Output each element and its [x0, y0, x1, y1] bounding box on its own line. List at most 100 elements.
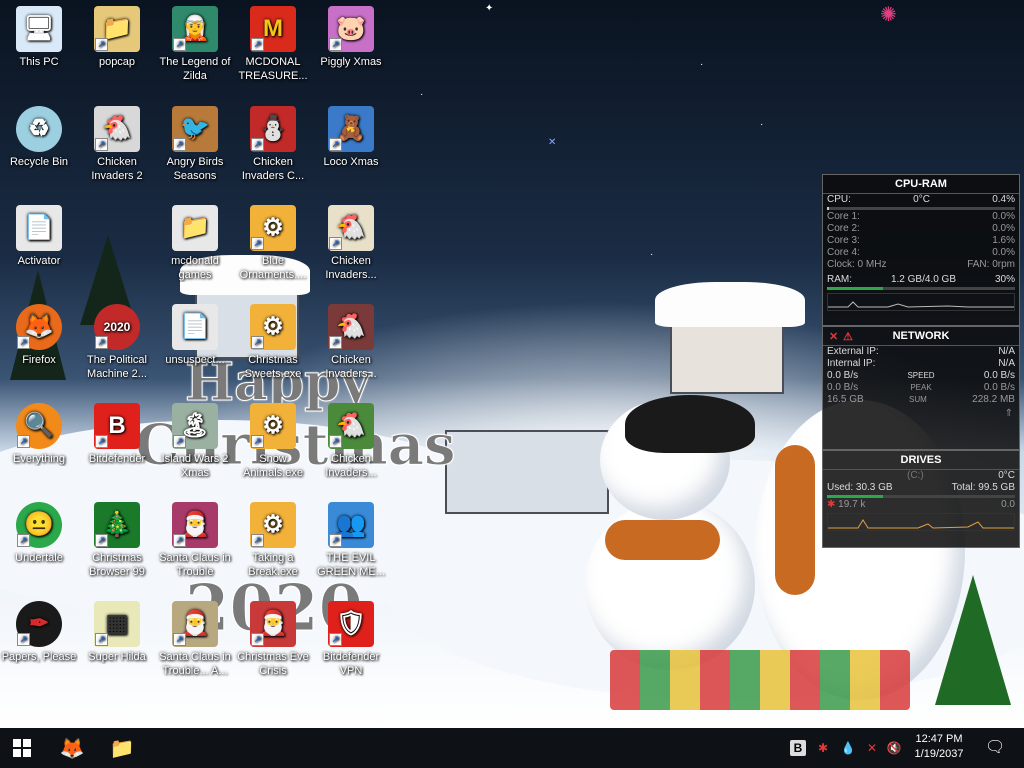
desktop-icon-island-wars[interactable]: 🏝 ↗ Island Wars 2 Xmas — [156, 403, 234, 480]
drives-widget[interactable]: DRIVES (C:) 0°C Used: 30.3 GB Total: 99.5 … — [822, 450, 1020, 548]
external-ip-row: External IP: N/A — [823, 346, 1019, 358]
desktop-icon-firefox[interactable]: 🦊 ↗ Firefox — [0, 304, 78, 367]
desktop-icon-christmas-eve-crisis[interactable]: 🎅 ↗ Christmas Eve Crisis — [234, 601, 312, 678]
desktop-icon-taking-a-break[interactable]: ⚙ ↗ Taking a Break.exe — [234, 502, 312, 579]
msn-buddy-icon: 👥 ↗ — [328, 502, 374, 548]
desktop-icon-legend-of-zilda[interactable]: 🧝 ↗ The Legend of Zilda — [156, 6, 234, 83]
network-disconnected-icon[interactable]: ✕ — [864, 740, 880, 756]
desktop-icon-chicken-invaders-4[interactable]: 🐔 ↗ Chicken Invaders... — [312, 304, 390, 381]
sum-row: 16.5 GB SUM 228.2 MB — [823, 394, 1019, 406]
external-ip-label: External IP: — [827, 346, 879, 357]
firefox-icon: 🦊 ↗ — [16, 304, 62, 350]
desktop-icon-snow-animals[interactable]: ⚙ ↗ Snow Animals.exe — [234, 403, 312, 480]
icon-label: Chicken Invaders... — [325, 453, 377, 479]
core-row: Core 3: 1.6% — [823, 235, 1019, 247]
core-value: 0.0% — [992, 247, 1015, 258]
christmas-tree — [935, 575, 1011, 705]
recycle-bin-icon: ♻ — [16, 106, 62, 152]
taskbar: 🦊 📁 B ✱ 💧 ✕ 🔇 12:47 PM 1/19/2037 🗨 — [0, 728, 1024, 768]
icon-label: Snow Animals.exe — [243, 453, 303, 479]
core-row: Core 4: 0.0% — [823, 247, 1019, 259]
desktop-icon-angry-birds-seasons[interactable]: 🐦 ↗ Angry Birds Seasons — [156, 106, 234, 183]
network-widget[interactable]: ✕ ⚠ NETWORK External IP: N/A Internal IP:… — [822, 326, 1020, 450]
core-label: Core 3: — [827, 235, 860, 246]
desktop-icon-chicken-invaders-c[interactable]: ⛄ ↗ Chicken Invaders C... — [234, 106, 312, 183]
taskbar-clock[interactable]: 12:47 PM 1/19/2037 — [900, 732, 978, 762]
desktop-icon-blue-ornaments[interactable]: ⚙ ↗ Blue Ornaments.... — [234, 205, 312, 282]
drive-used: Used: 30.3 GB — [827, 482, 893, 493]
desktop-icon-chicken-invaders-5[interactable]: 🐔 ↗ Chicken Invaders... — [312, 403, 390, 480]
snowman-scarf — [775, 445, 815, 595]
snowman-hat — [625, 395, 755, 453]
desktop-icon-political-machine[interactable]: 2020 ↗ The Political Machine 2... — [78, 304, 156, 381]
star: · — [420, 89, 424, 100]
shortcut-arrow-icon: ↗ — [17, 336, 30, 349]
desktop-icon-evil-green-me[interactable]: 👥 ↗ THE EVIL GREEN ME... — [312, 502, 390, 579]
desktop-icon-bitdefender-vpn[interactable]: 🛡 ↗ Bitdefender VPN — [312, 601, 390, 678]
pig-icon: 🐷 ↗ — [328, 6, 374, 52]
notifications-icon[interactable]: 🗨 — [985, 740, 1005, 756]
read-arrow-icon: ✱ — [827, 499, 839, 510]
icon-label: Piggly Xmas — [320, 56, 382, 68]
collapse-icon[interactable]: ⇑ — [823, 406, 1019, 421]
desktop-icon-chicken-invaders-2[interactable]: 🐔 ↗ Chicken Invaders 2 — [78, 106, 156, 183]
desktop-icon-loco-xmas[interactable]: 🧸 ↗ Loco Xmas — [312, 106, 390, 169]
taskbar-file-explorer[interactable]: 📁 — [106, 732, 138, 764]
cpu-temp: 0°C — [913, 194, 930, 205]
tray-network-widget-icon[interactable]: ✱ — [815, 740, 831, 756]
sum-up: 228.2 MB — [972, 394, 1015, 405]
desktop-icon-mcdonald-games[interactable]: 📁 mcdonald games — [156, 205, 234, 282]
desktop-icon-chicken-invaders-3[interactable]: 🐔 ↗ Chicken Invaders... — [312, 205, 390, 282]
magnifier-icon: 🔍 ↗ — [16, 403, 62, 449]
cpu-ram-widget[interactable]: CPU-RAM CPU: 0°C 0.4% Core 1: 0.0% Core 2… — [822, 174, 1020, 326]
ram-value: 1.2 GB/4.0 GB — [890, 274, 957, 285]
desktop-icon-papers-please[interactable]: ✒ ↗ Papers, Please — [0, 601, 78, 664]
desktop-icon-popcap[interactable]: 📁 ↗ popcap — [78, 6, 156, 69]
desktop-icon-recycle-bin[interactable]: ♻ Recycle Bin — [0, 106, 78, 169]
chicken-icon: 🐔 ↗ — [328, 403, 374, 449]
desktop-icon-piggly-xmas[interactable]: 🐷 ↗ Piggly Xmas — [312, 6, 390, 69]
external-ip-value: N/A — [998, 346, 1015, 357]
chicken-icon: 🐔 ↗ — [328, 205, 374, 251]
core-value: 0.0% — [992, 223, 1015, 234]
drive-usage-row: Used: 30.3 GB Total: 99.5 GB — [823, 482, 1019, 494]
pixel-game-icon: ▦ ↗ — [94, 601, 140, 647]
shortcut-arrow-icon: ↗ — [329, 336, 342, 349]
wooden-house — [445, 430, 609, 514]
icon-label: Christmas Browser 99 — [89, 552, 145, 578]
desktop-icon-unsuspect[interactable]: 📄 unsuspect... — [156, 304, 234, 367]
shortcut-arrow-icon: ↗ — [329, 633, 342, 646]
chicken-icon: 🐔 ↗ — [94, 106, 140, 152]
icon-label: Christmas Eve Crisis — [237, 651, 309, 677]
desktop-icon-everything[interactable]: 🔍 ↗ Everything — [0, 403, 78, 466]
star: · — [700, 59, 704, 70]
desktop-icon-undertale[interactable]: 😐 ↗ Undertale — [0, 502, 78, 565]
desktop-icon-super-hilda[interactable]: ▦ ↗ Super Hilda — [78, 601, 156, 664]
shortcut-arrow-icon: ↗ — [329, 435, 342, 448]
internal-ip-label: Internal IP: — [827, 358, 876, 369]
desktop-icon-bitdefender[interactable]: B ↗ Bitdefender — [78, 403, 156, 466]
peak-row: 0.0 B/s PEAK 0.0 B/s — [823, 382, 1019, 394]
cpu-bar — [827, 207, 1015, 210]
ram-label: RAM: — [827, 274, 852, 285]
desktop-icon-santa-claus-trouble[interactable]: 🎅 ↗ Santa Claus in Trouble — [156, 502, 234, 579]
shortcut-arrow-icon: ↗ — [95, 534, 108, 547]
icon-label: Firefox — [22, 354, 56, 366]
desktop-icon-christmas-sweets[interactable]: ⚙ ↗ Christmas Sweets.exe — [234, 304, 312, 381]
desktop-icon-activator[interactable]: 📄 Activator — [0, 205, 78, 268]
speed-label: SPEED — [907, 371, 935, 380]
close-icon[interactable]: ✕ — [829, 330, 838, 343]
peak-up: 0.0 B/s — [983, 382, 1015, 393]
tray-bitdefender-icon[interactable]: B — [790, 740, 806, 756]
desktop-icon-mcdonald-treasure[interactable]: M ↗ MCDONAL TREASURE... — [234, 6, 312, 83]
shortcut-arrow-icon: ↗ — [251, 435, 264, 448]
start-button[interactable] — [6, 732, 38, 764]
drive-io-write: 0.0 — [1001, 499, 1015, 510]
desktop-icon-santa-claus-trouble-again[interactable]: 🎅 ↗ Santa Claus in Trouble... A... — [156, 601, 234, 678]
tray-droplet-icon[interactable]: 💧 — [840, 740, 856, 756]
desktop-icon-christmas-browser[interactable]: 🎄 ↗ Christmas Browser 99 — [78, 502, 156, 579]
taskbar-firefox[interactable]: 🦊 — [56, 732, 88, 764]
desktop-icon-this-pc[interactable]: 🖥 This PC — [0, 6, 78, 69]
shortcut-arrow-icon: ↗ — [251, 336, 264, 349]
network-title: NETWORK — [892, 330, 950, 342]
